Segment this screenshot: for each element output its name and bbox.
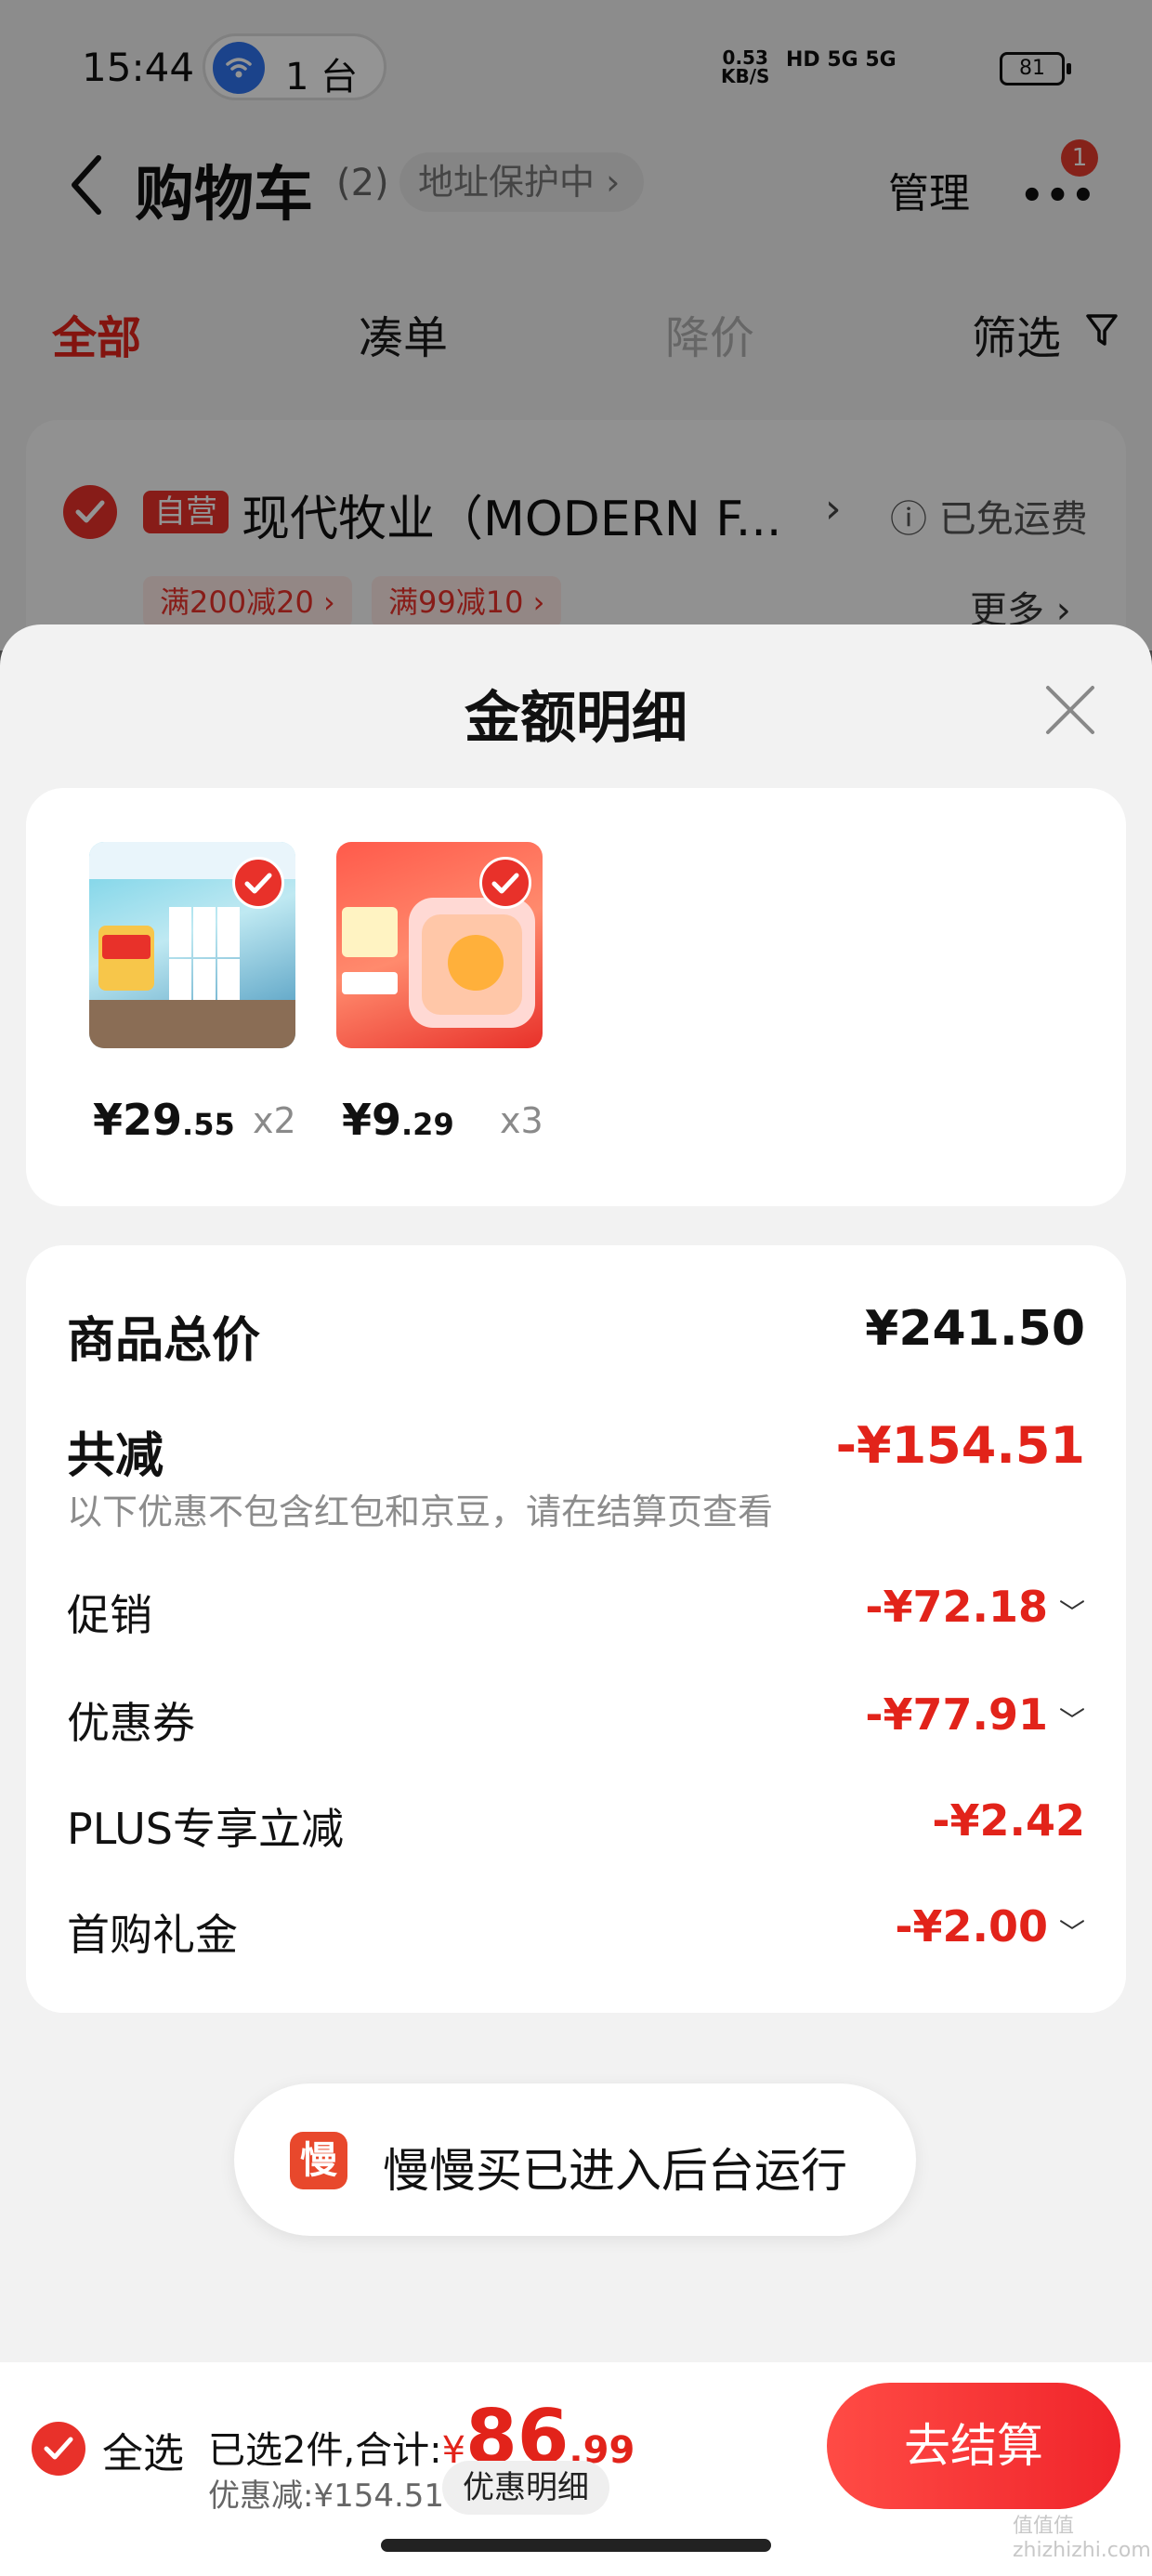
sheet-title: 金额明细 [465, 686, 687, 751]
chevron-down-icon: ﹀ [1058, 1705, 1085, 1736]
promo-tag[interactable]: 满200减20 › [143, 576, 352, 628]
checkout-button[interactable]: 去结算 [827, 2383, 1120, 2509]
promotion-label: 促销 [67, 1590, 152, 1640]
home-indicator[interactable] [381, 2539, 771, 2552]
watermark: 值值值 zhizhizhi.com [1013, 2515, 1151, 2562]
reduction-note: 以下优惠不包含红包和京豆，请在结算页查看 [67, 1492, 774, 1532]
signal-icons: HD 5G 5G [786, 48, 897, 72]
item-quantity: x2 [253, 1100, 296, 1141]
first-purchase-gift-label: 首购礼金 [67, 1910, 238, 1960]
cart-count: (2) [336, 162, 389, 204]
tab-price-drop[interactable]: 降价 [665, 301, 754, 366]
manmanmai-app-icon: 慢 [290, 2132, 347, 2189]
coupon-value: -¥77.91 [865, 1689, 1048, 1740]
item-quantity: x3 [500, 1100, 543, 1141]
cart-page-background: 15:44 1 台 0.53 KB/S HD 5G 5G 81 购物车 (2) 地… [0, 0, 1152, 662]
tab-all[interactable]: 全部 [52, 301, 141, 366]
amount-detail-sheet: 金额明细 ¥29.55 x2 ¥9.29 x3 商品总价 ¥241.50 共减 … [0, 624, 1152, 2576]
promotion-value: -¥72.18 [865, 1582, 1048, 1632]
battery-icon: 81 [1000, 52, 1071, 85]
filter-tabs: 全部 凑单 降价 筛选 [0, 288, 1152, 372]
item-price-int: ¥9 [342, 1095, 402, 1145]
coupon-label: 优惠券 [67, 1698, 195, 1748]
hotspot-pill[interactable]: 1 台 [203, 33, 386, 100]
chevron-down-icon: ﹀ [1058, 1597, 1085, 1628]
coupon-row-toggle[interactable]: -¥77.91 ﹀ [865, 1689, 1085, 1740]
net-speed: 0.53 KB/S [721, 48, 769, 85]
nav-bar: 购物车 (2) 地址保护中 › 管理 ••• 1 [0, 139, 1152, 242]
first-purchase-gift-value: -¥2.00 [895, 1901, 1048, 1952]
select-all-checkbox[interactable] [32, 2422, 85, 2476]
item-selected-checkbox[interactable] [479, 857, 531, 909]
self-operated-tag: 自营 [143, 491, 229, 533]
promo-tag[interactable]: 满99减10 › [372, 576, 562, 628]
hotspot-count: 1 台 [285, 56, 359, 99]
discount-detail-button[interactable]: 优惠明细 [442, 2461, 609, 2515]
price-breakdown-card: 商品总价 ¥241.50 共减 -¥154.51 以下优惠不包含红包和京豆，请在… [26, 1245, 1126, 2013]
item-price-int: ¥29 [93, 1095, 183, 1145]
status-bar: 15:44 1 台 0.53 KB/S HD 5G 5G 81 [0, 0, 1152, 139]
tab-bundle[interactable]: 凑单 [359, 301, 448, 366]
total-reduction-value: -¥154.51 [835, 1416, 1085, 1475]
selected-items-card: ¥29.55 x2 ¥9.29 x3 [26, 788, 1126, 1206]
shop-chevron-icon[interactable]: › [825, 485, 842, 532]
wifi-icon [213, 42, 265, 94]
net-speed-unit: KB/S [721, 65, 770, 87]
item-selected-checkbox[interactable] [232, 857, 284, 909]
product-thumbnail[interactable] [336, 842, 543, 1048]
item-price-dec: .29 [401, 1107, 454, 1142]
item-price: ¥29.55 [93, 1095, 235, 1145]
product-thumbnail[interactable] [89, 842, 295, 1048]
order-discount: 优惠减:¥154.51 [208, 2477, 445, 2515]
more-menu-icon[interactable]: ••• [1020, 175, 1097, 217]
item-price: ¥9.29 [342, 1095, 454, 1145]
tab-filter[interactable]: 筛选 [972, 301, 1061, 366]
address-protect-button[interactable]: 地址保护中 › [399, 152, 645, 212]
chevron-down-icon: ﹀ [1058, 1917, 1085, 1948]
status-time: 15:44 [82, 45, 195, 90]
page-title: 购物车 [135, 161, 313, 230]
close-icon[interactable] [1041, 680, 1100, 740]
promotion-row-toggle[interactable]: -¥72.18 ﹀ [865, 1582, 1085, 1632]
toast-message: 慢慢买已进入后台运行 [383, 2144, 847, 2198]
item-price-dec: .55 [182, 1107, 235, 1142]
total-price-value: ¥241.50 [865, 1301, 1085, 1357]
plus-discount-label: PLUS专享立减 [67, 1804, 344, 1854]
free-shipping-label: ⓘ 已免运费 [890, 498, 1088, 541]
background-run-toast: 慢 慢慢买已进入后台运行 [234, 2083, 916, 2236]
filter-icon[interactable] [1085, 312, 1119, 353]
first-purchase-row-toggle[interactable]: -¥2.00 ﹀ [895, 1901, 1085, 1952]
select-all-label[interactable]: 全选 [102, 2420, 184, 2479]
shop-select-checkbox[interactable] [63, 485, 117, 539]
plus-discount-value: -¥2.42 [932, 1795, 1085, 1846]
back-arrow-icon[interactable] [67, 152, 104, 217]
more-menu-badge: 1 [1061, 139, 1098, 177]
total-reduction-label: 共减 [67, 1428, 164, 1484]
shop-name[interactable]: 现代牧业（MODERN F... [242, 480, 781, 549]
manage-button[interactable]: 管理 [888, 160, 970, 219]
total-price-label: 商品总价 [67, 1313, 261, 1369]
order-total-prefix: 已选2件,合计: [208, 2429, 442, 2472]
